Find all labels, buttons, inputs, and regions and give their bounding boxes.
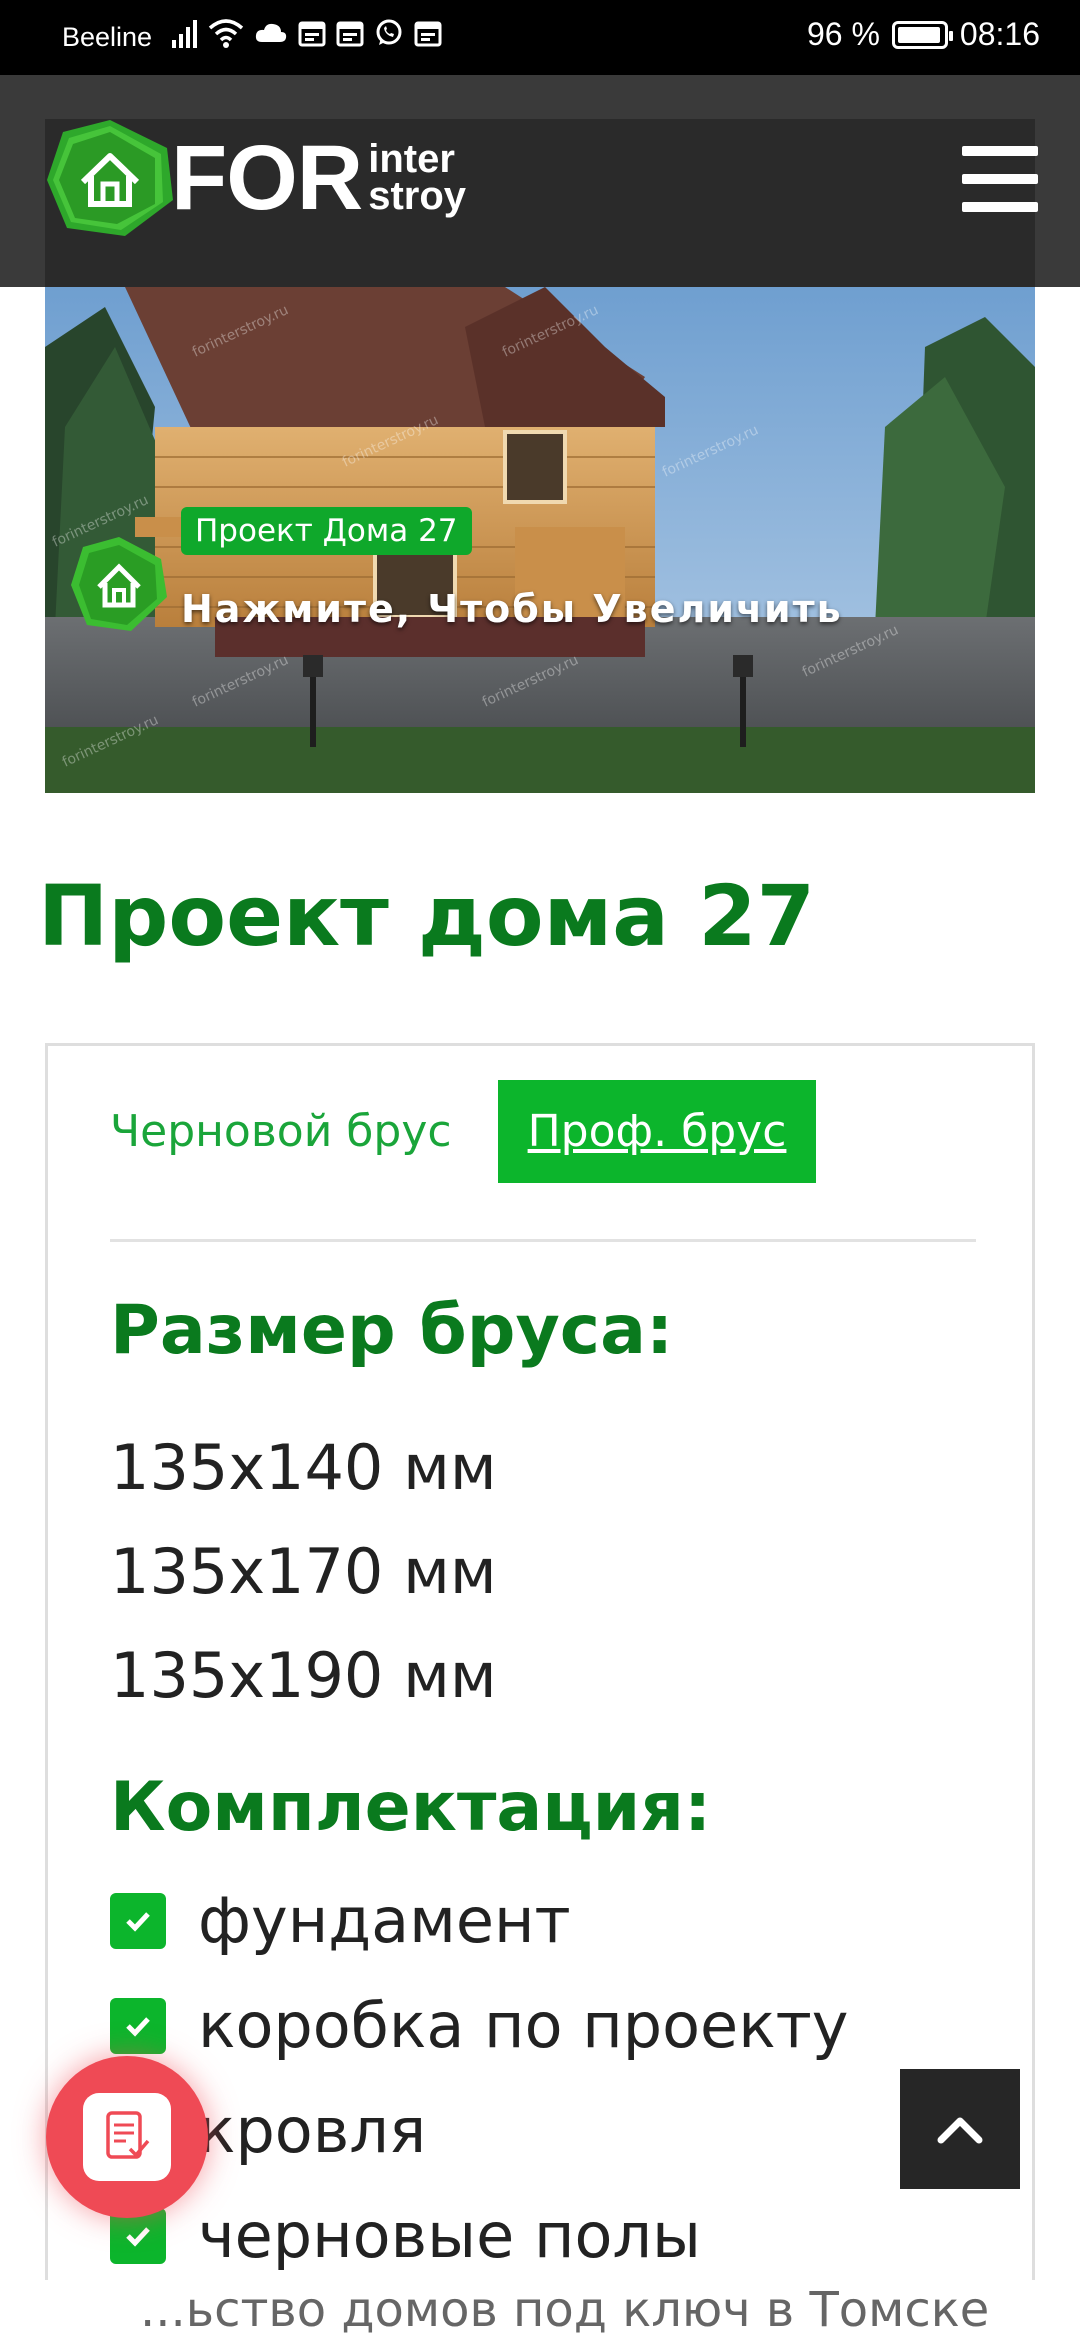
logo-sub: inter stroy <box>368 137 467 218</box>
kit-item-label: коробка по проекту <box>198 1989 849 2062</box>
list-item: фундамент <box>110 1868 848 1973</box>
checkmark-icon <box>110 1892 166 1949</box>
logo-for: FOR <box>171 127 363 229</box>
wifi-icon <box>208 19 244 48</box>
house-badge-icon <box>69 535 169 635</box>
kit-item-label: кровля <box>198 2094 427 2167</box>
status-bar: Beeline 96 % 08:16 <box>0 0 1080 75</box>
list-item: кровля <box>110 2078 848 2183</box>
battery-fill <box>897 26 941 43</box>
signal-icon <box>172 20 197 48</box>
tabs-divider <box>110 1239 976 1242</box>
tab-prof-timber[interactable]: Проф. брус <box>497 1080 817 1183</box>
logo-wordmark: FOR inter stroy <box>171 132 466 224</box>
kit-list: фундамент коробка по проекту кровля черн… <box>110 1868 848 2288</box>
status-right: 96 % 08:16 <box>807 16 1040 53</box>
checkmark-icon <box>110 1997 166 2054</box>
timber-size-heading: Размер бруса: <box>110 1291 674 1370</box>
material-tabs: Черновой брус Проф. брус <box>110 1080 817 1183</box>
timber-size-item: 135x170 мм <box>110 1535 497 1608</box>
scroll-to-top-button[interactable] <box>900 2069 1020 2189</box>
bottom-bar-text: ...ьство домов под ключ в Томске <box>140 2282 990 2338</box>
page-title: Проект дома 27 <box>38 867 816 965</box>
cloud-icon <box>255 23 287 42</box>
form-checklist-icon <box>83 2093 171 2181</box>
list-item: коробка по проекту <box>110 1973 848 2078</box>
house-project-image[interactable]: forinterstroy.ru forinterstroy.ru forint… <box>45 287 1035 793</box>
whatsapp-icon <box>376 19 402 45</box>
house-logo-icon <box>45 118 175 238</box>
battery-icon <box>891 20 953 49</box>
logo-sub-bottom: stroy <box>368 174 467 218</box>
battery-percent: 96 % <box>806 16 880 52</box>
menu-line <box>962 174 1038 184</box>
request-form-button[interactable] <box>46 2056 208 2218</box>
menu-line <box>962 202 1038 212</box>
tab-rough-timber[interactable]: Черновой брус <box>110 1106 452 1157</box>
zoom-caption: Нажмите, Чтобы Увеличить <box>181 587 843 631</box>
kit-item-label: черновые полы <box>198 2199 701 2272</box>
timber-size-list: 135x140 мм 135x170 мм 135x190 мм <box>110 1416 497 1728</box>
chevron-up-icon <box>937 2117 983 2144</box>
calendar-icon <box>336 21 364 47</box>
menu-line <box>962 146 1038 156</box>
calendar-icon <box>298 21 326 47</box>
kit-item-label: фундамент <box>198 1884 571 1957</box>
clock: 08:16 <box>959 16 1040 52</box>
site-logo[interactable]: FOR inter stroy <box>45 118 466 238</box>
timber-size-item: 135x140 мм <box>110 1431 497 1504</box>
hamburger-menu-icon[interactable] <box>962 146 1038 212</box>
logo-sub-top: inter <box>368 137 455 182</box>
status-icons <box>172 18 442 48</box>
carrier-name: Beeline <box>62 22 153 52</box>
timber-size-item: 135x190 мм <box>110 1639 497 1712</box>
list-item: черновые полы <box>110 2183 848 2288</box>
kit-heading: Комплектация: <box>110 1768 712 1847</box>
project-tag: Проект Дома 27 <box>181 507 472 555</box>
calendar-icon <box>414 21 442 47</box>
